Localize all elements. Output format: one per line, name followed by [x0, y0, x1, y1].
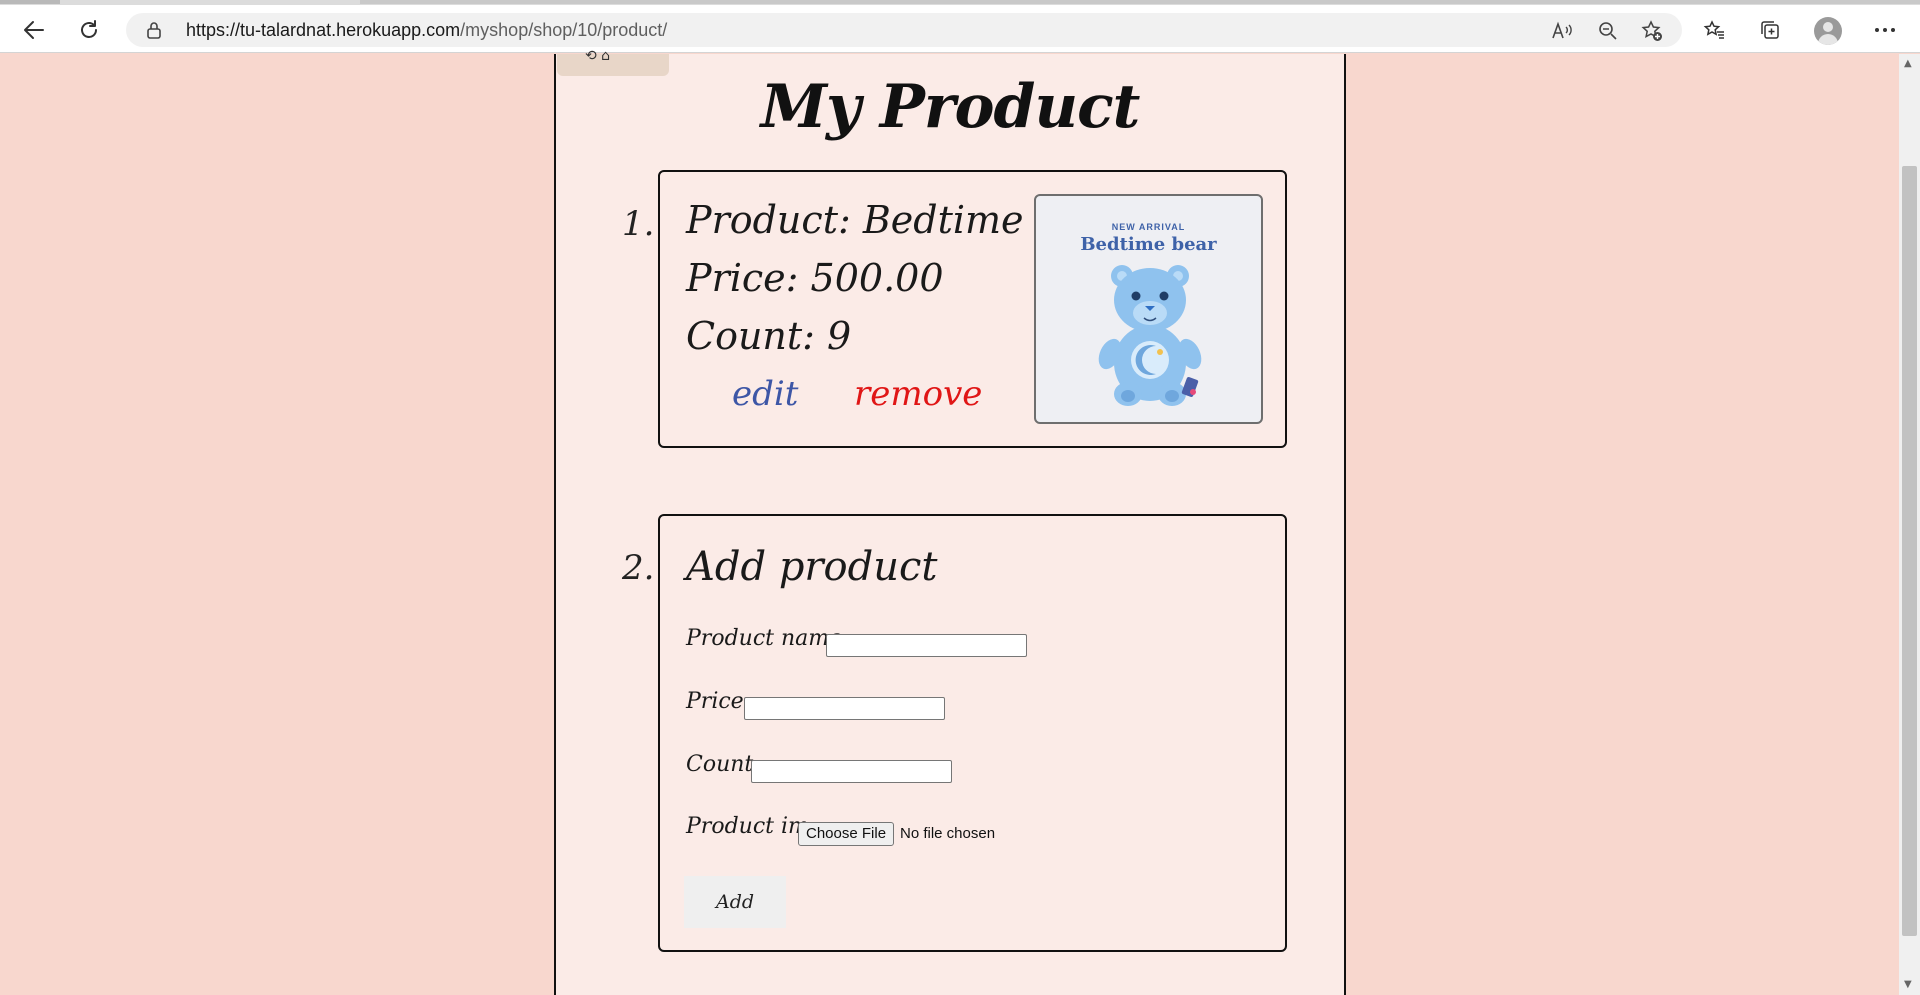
address-bar[interactable]: https://tu-talardnat.herokuapp.com/mysho… — [126, 13, 1682, 47]
browser-toolbar: https://tu-talardnat.herokuapp.com/mysho… — [0, 5, 1920, 53]
url-path: /myshop/shop/10/product/ — [460, 20, 668, 40]
add-favorite-icon[interactable] — [1640, 19, 1664, 43]
list-number: 2. — [622, 548, 655, 588]
more-icon[interactable] — [1868, 13, 1902, 47]
product-count: Count: 9 — [686, 314, 852, 358]
tab-strip-bar — [360, 0, 1920, 4]
edit-link[interactable]: edit — [732, 374, 798, 414]
product-card: Product: Bedtime Bear Price: 500.00 Coun… — [658, 170, 1287, 448]
list-number: 1. — [622, 204, 655, 244]
active-tab-indicator — [0, 0, 60, 4]
remove-link[interactable]: remove — [854, 374, 982, 414]
product-image: NEW ARRIVAL Bedtime bear — [1034, 194, 1263, 424]
add-button[interactable]: Add — [684, 876, 786, 928]
scroll-up-arrow[interactable]: ▲ — [1904, 58, 1912, 69]
url-host: https://tu-talardnat.herokuapp.com — [186, 20, 461, 40]
zoom-out-icon[interactable] — [1596, 19, 1620, 43]
url-text[interactable]: https://tu-talardnat.herokuapp.com/mysho… — [186, 20, 667, 41]
corner-button-glyph: ⟲ ⌂ — [585, 48, 611, 64]
count-input[interactable] — [751, 760, 952, 783]
read-aloud-icon[interactable] — [1550, 19, 1574, 43]
collections-icon[interactable] — [1753, 13, 1787, 47]
add-product-title: Add product — [686, 544, 938, 590]
avatar-body — [1818, 34, 1838, 45]
scrollbar-thumb[interactable] — [1902, 166, 1917, 936]
product-name-input[interactable] — [826, 634, 1027, 657]
favorites-icon[interactable] — [1697, 13, 1731, 47]
count-label: Count: — [686, 752, 761, 777]
price-input[interactable] — [744, 697, 945, 720]
page-title: My Product — [760, 72, 1141, 142]
bear-illustration — [1098, 265, 1202, 406]
lock-icon[interactable] — [146, 21, 162, 43]
reload-icon[interactable] — [72, 13, 106, 47]
file-status-text: No file chosen — [900, 825, 996, 842]
avatar-head — [1823, 22, 1833, 32]
choose-file-button[interactable]: Choose File — [798, 822, 895, 846]
product-price: Price: 500.00 — [686, 256, 944, 300]
product-image-label: Product im: — [686, 814, 817, 839]
profile-avatar[interactable] — [1814, 17, 1842, 45]
add-product-form: Add product Product name: Price: Count: … — [658, 514, 1287, 952]
scroll-down-arrow[interactable]: ▼ — [1904, 979, 1912, 990]
back-icon[interactable] — [17, 13, 51, 47]
price-label: Price: — [686, 689, 752, 714]
